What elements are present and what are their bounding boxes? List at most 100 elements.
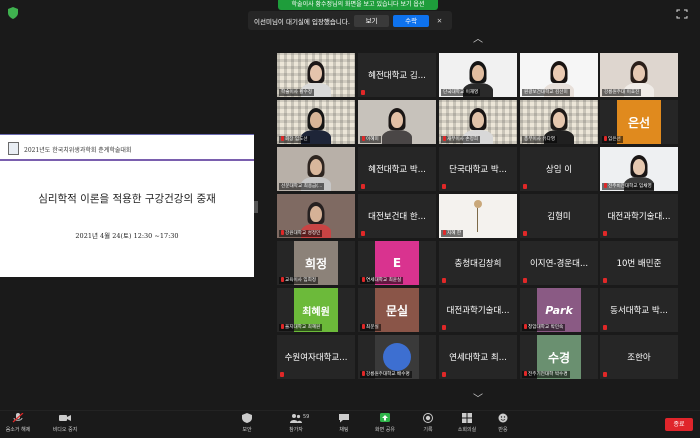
screen-share-banner[interactable]: 학술이사 황수정님의 화면을 보고 있습니다 보기 옵션 [278,0,438,10]
participant-tile[interactable]: 상임 이 [520,147,598,191]
participant-tile[interactable]: 총무이사 유다영 [520,100,598,144]
participant-name-text: 선문대학교 최용금(... [281,184,323,189]
avatar-initials: 문실 [385,303,409,318]
admit-button[interactable]: 수락 [393,14,429,27]
microphone-muted-icon [362,371,365,376]
participant-name-text: 임은선 [608,137,621,142]
participant-tile[interactable]: 대전과학기술대... [600,194,678,238]
avatar-initials: 은선 [627,115,651,130]
microphone-muted-icon [281,277,284,282]
participant-tile[interactable]: 선문대학교 최용금(... [277,147,355,191]
participants-icon [290,414,302,423]
participant-tile[interactable]: Park 청암대학교 박민숙 [520,288,598,332]
participant-name-text: 이혜미 [366,137,379,142]
participant-tile[interactable]: 원광보건대학교 김선미 [520,53,598,97]
participants-count: 59 [303,414,310,420]
participant-tile[interactable]: 희정 교육이사 임희정 [277,241,355,285]
participant-tile[interactable]: 학술이사 황수정 [277,53,355,97]
fullscreen-icon[interactable] [676,4,690,19]
participant-display-name: 대전과학기술대... [446,306,510,316]
participant-tile[interactable]: 전주비전대학교 임채영 [600,147,678,191]
microphone-muted-icon [281,324,284,329]
close-icon[interactable]: ✕ [433,15,446,27]
participant-tile[interactable]: 대전보건대 한... [358,194,436,238]
participant-tile[interactable]: 김형미 [520,194,598,238]
end-meeting-button[interactable]: 종료 [665,418,693,431]
participant-name-label: 을지대학교 최혜원 [279,324,323,331]
microphone-muted-icon [361,184,365,189]
person-face [310,112,322,128]
microphone-muted-icon [281,230,284,235]
participant-tile[interactable]: 은선임은선 [600,100,678,144]
view-button[interactable]: 보기 [353,14,390,27]
avatar-block: 문실 [375,288,419,332]
security-label: 보안 [242,427,252,433]
participant-tile[interactable]: 이지연-경운대... [520,241,598,285]
participant-tile[interactable]: 혜전대학교 박... [358,147,436,191]
microphone-muted-icon [604,183,607,188]
audio-button[interactable]: 음소거 해제 [1,413,35,437]
participant-tile[interactable]: 단국대학교 이재영 [439,53,517,97]
microphone-muted-icon [361,231,365,236]
participant-tile[interactable]: 강릉원주대학교 배수명 [358,335,436,379]
participant-tile[interactable]: E 연세대학교 최윤실 [358,241,436,285]
participant-display-name: 혜전대학교 박... [368,165,426,175]
participant-tile[interactable]: 이혜미 [358,100,436,144]
participant-display-name: 상임 이 [545,165,573,175]
microphone-muted-icon [603,325,607,330]
participant-display-name: 연세대학교 최... [449,353,507,363]
participant-tile[interactable]: 충청대김창희 [439,241,517,285]
breakout-rooms-button[interactable]: 소회의실 [450,413,484,437]
splitter-handle[interactable] [254,201,258,213]
microphone-muted-icon [604,136,607,141]
share-options-link[interactable]: 보기 옵션 [400,1,424,8]
participant-display-name: 혜전대학교 김... [368,71,426,81]
participant-tile[interactable]: 최혜원 을지대학교 최혜원 [277,288,355,332]
participant-tile[interactable]: 수원여자대학교... [277,335,355,379]
microphone-muted-icon [524,371,527,376]
participant-name-label: 강원대학교 성정민 [279,230,323,237]
microphone-muted-icon [362,277,365,282]
share-screen-button[interactable]: 화면 공유 [368,413,402,437]
participant-tile[interactable]: 강원대학교 성정민 [277,194,355,238]
chevron-down-icon[interactable]: ﹀ [470,395,486,405]
record-label: 기록 [423,427,433,433]
person-face [310,65,322,81]
shield-icon[interactable] [8,4,22,19]
avatar-initials: E [392,256,402,270]
slide-title: 심리학적 이론을 적용한 구강건강의 중재 [38,193,216,205]
microphone-muted-icon [362,324,365,329]
participant-tile[interactable]: 수경 전주기전대학 박수경 [520,335,598,379]
participant-tile[interactable]: 동서대학교 박... [600,288,678,332]
smiley-icon [498,413,508,423]
participant-tile[interactable]: 문실 최문실 [358,288,436,332]
participant-tile[interactable]: 대전과학기술대... [439,288,517,332]
chat-button[interactable]: 채팅 [327,413,361,437]
participant-tile[interactable]: 강릉원주대 이효진 [600,53,678,97]
participant-tile[interactable]: 혜전대학교 김... [358,53,436,97]
participant-tile[interactable]: 단국대학교 박... [439,147,517,191]
chevron-up-icon[interactable]: ︿ [470,35,486,45]
participant-tile[interactable]: 연세대학교 최... [439,335,517,379]
person-shoulders [382,130,412,144]
reactions-label: 반응 [498,427,508,433]
avatar-initials: Park [545,303,573,317]
participant-name-label: 교육이사 임희정 [279,277,319,284]
participant-name-text: 지혜 한 [447,231,462,236]
microphone-muted-icon [442,184,446,189]
slide-header-rule [0,159,254,161]
microphone-muted-icon [442,372,446,377]
participant-tile[interactable]: 지혜 한 [439,194,517,238]
participant-tile[interactable]: 조한아 [600,335,678,379]
video-button[interactable]: 비디오 중지 [48,413,82,437]
reactions-button[interactable]: 반응 [486,413,520,437]
audio-label: 음소거 해제 [5,427,31,433]
security-button[interactable]: 보안 [230,413,264,437]
participant-tile[interactable]: 10번 배민준 [600,241,678,285]
record-button[interactable]: 기록 [411,413,445,437]
participant-tile[interactable]: 재무이사 손정희 [439,100,517,144]
participant-tile[interactable]: 회장 임도선 [277,100,355,144]
participant-display-name: 조한아 [627,353,651,363]
participant-name-label: 강릉원주대학교 배수명 [360,371,412,378]
participant-name-label: 원광보건대학교 김선미 [522,89,570,96]
